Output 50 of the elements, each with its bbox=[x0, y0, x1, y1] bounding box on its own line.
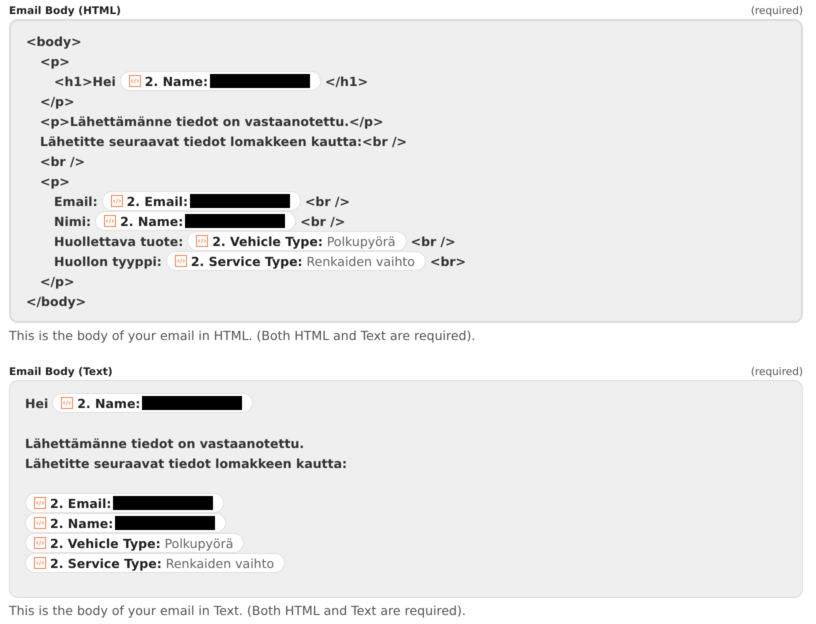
variable-pill[interactable]: 2. Email: bbox=[25, 493, 224, 513]
code-text: <h1>Hei bbox=[54, 74, 116, 88]
code-text: <p> bbox=[40, 54, 70, 68]
code-text: <br /> bbox=[304, 194, 350, 208]
variable-pill[interactable]: 2. Name: bbox=[120, 71, 321, 91]
code-icon bbox=[104, 215, 116, 227]
code-text: Nimi: bbox=[54, 214, 92, 228]
code-text: </body> bbox=[26, 294, 86, 308]
code-icon bbox=[61, 397, 74, 409]
code-text: <br> bbox=[430, 254, 466, 268]
help-text: This is the body of your email in HTML. (Both HTML and Text are required). bbox=[9, 328, 476, 343]
code-icon bbox=[34, 517, 46, 529]
code-text: </p> bbox=[40, 94, 74, 108]
field-label: Email Body (Text) bbox=[9, 366, 113, 378]
code-text: Email: bbox=[54, 194, 98, 208]
variable-pill[interactable]: 2. Name: bbox=[95, 211, 296, 231]
variable-pill[interactable]: 2. Service Type: Renkaiden vaihto bbox=[25, 553, 286, 573]
code-text: <body> bbox=[26, 34, 82, 48]
code-text: <br /> bbox=[410, 234, 456, 248]
code-text: <br /> bbox=[40, 154, 85, 168]
help-text: This is the body of your email in Text. (Both HTML and Text are required). bbox=[9, 603, 467, 618]
code-text: Lähetitte seuraavat tiedot lomakkeen kautta:<br /> bbox=[40, 134, 408, 148]
code-text: Huollettava tuote: bbox=[54, 234, 184, 248]
code-text: <p> bbox=[40, 174, 70, 188]
variable-pill[interactable]: 2. Name: bbox=[25, 513, 226, 533]
code-text: </p> bbox=[40, 274, 74, 288]
field-label: Email Body (HTML) bbox=[9, 5, 121, 17]
code-icon bbox=[174, 255, 187, 267]
code-icon bbox=[34, 557, 46, 569]
required-note: (required) bbox=[750, 366, 803, 378]
code-text: Huollon tyyppi: bbox=[54, 254, 162, 268]
required-note: (required) bbox=[750, 5, 803, 17]
text-editor[interactable]: Hei 2. Name: Lähettämänne tiedot on vastaanotettu. Lähetitte seuraavat tiedot lomakkeen kautta: 2. Email: 2. Name: 2. Vehicle Type: Polkupyörä 2. Service Type: Renkaiden vaihto bbox=[9, 380, 803, 598]
code-text: <p>Lähettämänne tiedot on vastaanotettu.</p> bbox=[40, 114, 384, 128]
variable-pill[interactable]: 2. Name: bbox=[52, 393, 254, 413]
code-text: Lähettämänne tiedot on vastaanotettu. bbox=[25, 436, 304, 450]
code-text: </h1> bbox=[324, 74, 368, 88]
code-icon bbox=[110, 195, 123, 207]
code-icon bbox=[34, 537, 46, 549]
code-icon bbox=[196, 235, 208, 247]
code-text: Lähetitte seuraavat tiedot lomakkeen kautta: bbox=[25, 456, 348, 470]
html-editor[interactable] bbox=[9, 19, 803, 323]
variable-pill[interactable]: 2. Service Type: Renkaiden vaihto bbox=[166, 251, 426, 271]
code-icon bbox=[128, 75, 141, 87]
variable-pill[interactable]: 2. Email: bbox=[102, 191, 301, 211]
code-text: <br /> bbox=[300, 214, 346, 228]
variable-pill[interactable]: 2. Vehicle Type: Polkupyörä bbox=[25, 533, 244, 553]
variable-pill[interactable]: 2. Vehicle Type: Polkupyörä bbox=[187, 231, 407, 251]
code-icon bbox=[34, 497, 46, 509]
code-text: Hei bbox=[25, 396, 48, 410]
